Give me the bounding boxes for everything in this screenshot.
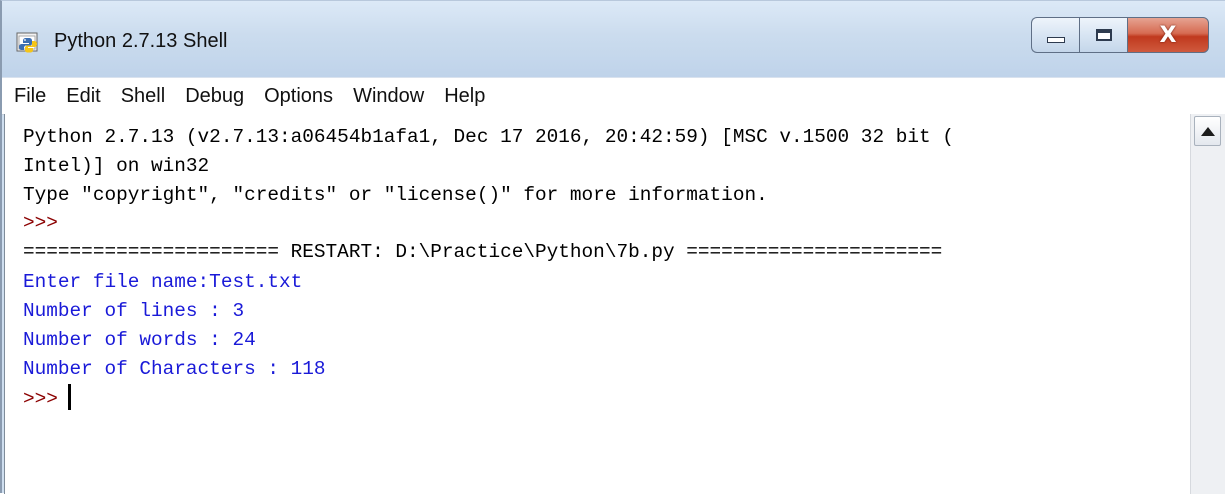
vertical-scrollbar[interactable] <box>1190 114 1225 494</box>
minimize-icon <box>1046 37 1065 43</box>
banner-line-1: Python 2.7.13 (v2.7.13:a06454b1afa1, Dec… <box>23 126 954 148</box>
prompt-2-row: >>> <box>23 384 71 412</box>
window-title: Python 2.7.13 Shell <box>54 30 228 52</box>
text-cursor <box>67 384 71 410</box>
menu-debug[interactable]: Debug <box>175 85 254 108</box>
menu-help[interactable]: Help <box>434 85 495 108</box>
title-bar[interactable]: Python 2.7.13 Shell X <box>2 1 1225 77</box>
window-controls: X <box>1031 17 1209 59</box>
python-idle-icon <box>16 32 38 53</box>
banner-line-3: Type "copyright", "credits" or "license(… <box>23 184 768 206</box>
menu-bar: File Edit Shell Debug Options Window Hel… <box>2 77 1225 115</box>
menu-window[interactable]: Window <box>343 85 434 108</box>
idle-shell-window: Python 2.7.13 Shell X File Edit Shell De… <box>0 0 1225 494</box>
maximize-icon <box>1095 29 1112 41</box>
prompt-1: >>> <box>23 212 58 234</box>
maximize-button[interactable] <box>1079 17 1127 53</box>
menu-shell[interactable]: Shell <box>111 85 175 108</box>
banner-line-2: Intel)] on win32 <box>23 155 210 177</box>
close-icon: X <box>1159 22 1177 48</box>
output-words: Number of words : 24 <box>23 329 256 351</box>
scroll-up-arrow-icon <box>1200 126 1215 136</box>
output-characters: Number of Characters : 118 <box>23 358 326 380</box>
minimize-button[interactable] <box>1031 17 1079 53</box>
prompt-2: >>> <box>23 388 58 411</box>
restart-line: ====================== RESTART: D:\Pract… <box>23 241 943 263</box>
menu-file[interactable]: File <box>2 85 56 108</box>
output-lines: Number of lines : 3 <box>23 300 245 322</box>
scroll-up-button[interactable] <box>1194 116 1221 146</box>
menu-options[interactable]: Options <box>254 85 343 108</box>
input-line: Enter file name:Test.txt <box>23 271 303 293</box>
shell-text-area[interactable]: Python 2.7.13 (v2.7.13:a06454b1afa1, Dec… <box>4 114 1192 494</box>
menu-edit[interactable]: Edit <box>56 85 110 108</box>
close-button[interactable]: X <box>1127 17 1209 53</box>
